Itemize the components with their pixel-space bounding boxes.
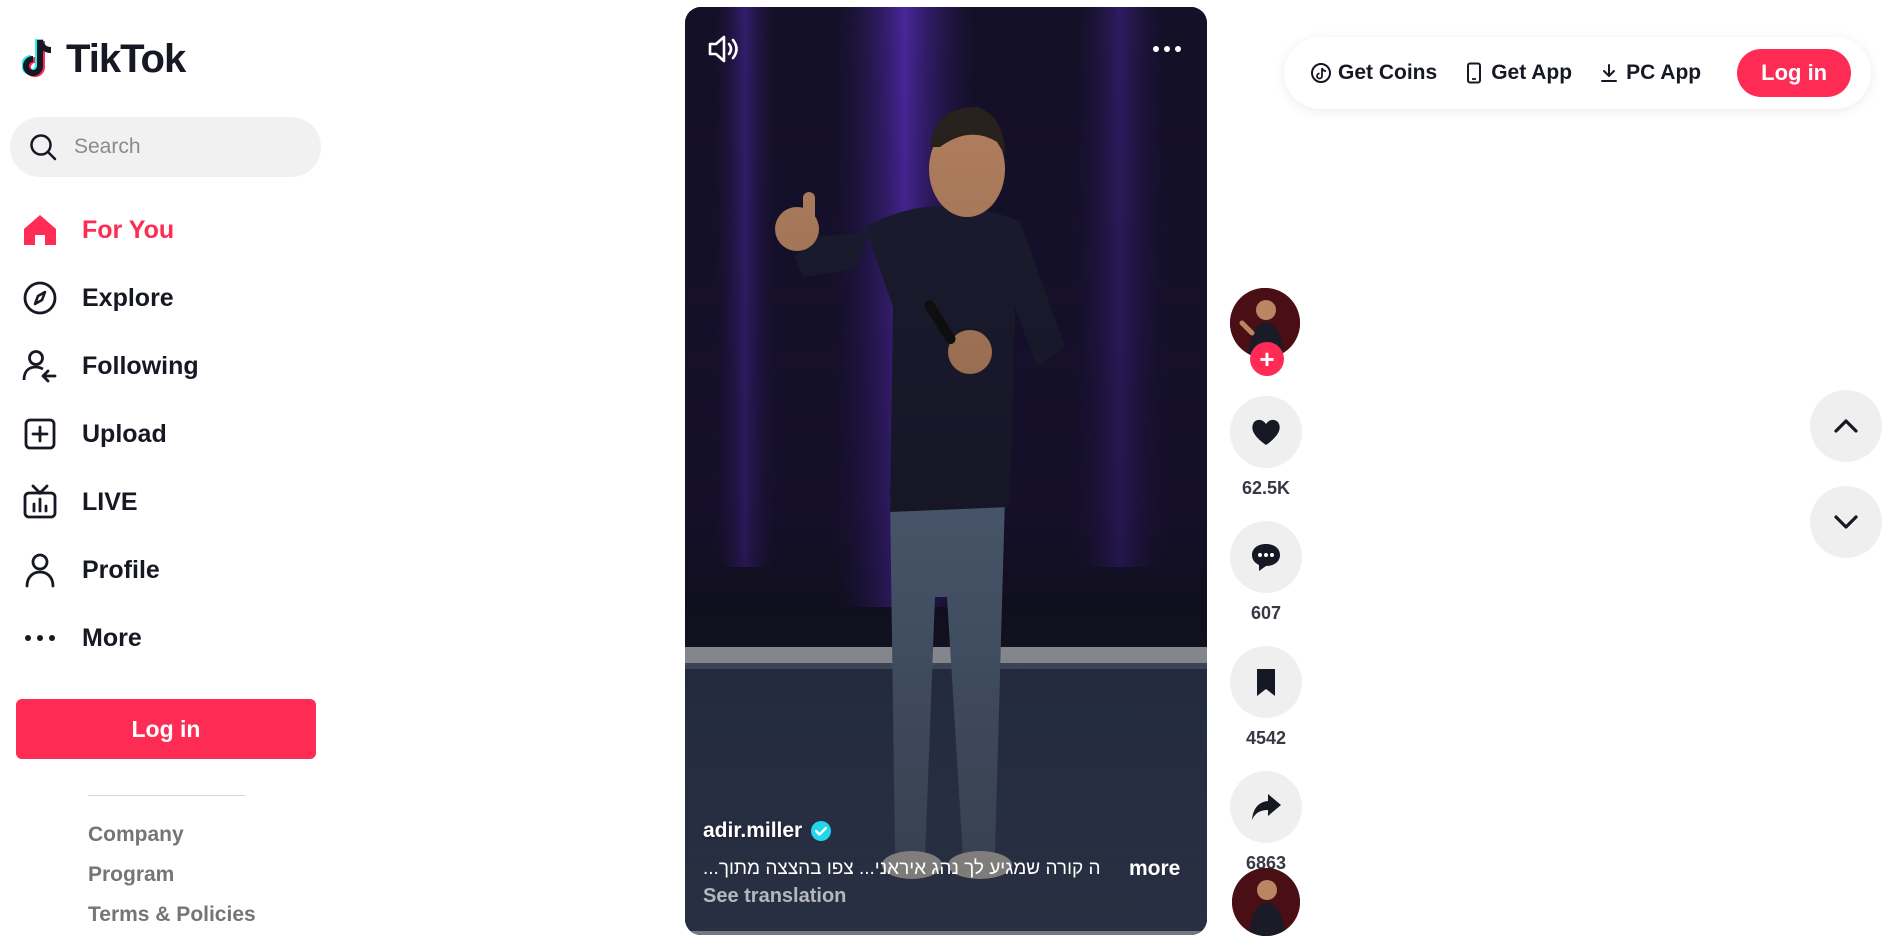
follow-plus-button[interactable]: + bbox=[1250, 342, 1284, 376]
volume-icon[interactable] bbox=[703, 29, 743, 69]
comment-action: 607 bbox=[1230, 521, 1302, 624]
next-video-button[interactable] bbox=[1810, 486, 1882, 558]
comment-button[interactable] bbox=[1230, 521, 1302, 593]
author-name[interactable]: adir.miller bbox=[703, 819, 802, 843]
sidebar-item-profile[interactable]: Profile bbox=[20, 536, 320, 604]
search-icon bbox=[30, 134, 57, 161]
verified-icon bbox=[811, 821, 832, 841]
pc-app-link[interactable]: PC App bbox=[1598, 61, 1701, 85]
sidebar-item-more[interactable]: More bbox=[20, 604, 320, 672]
save-count: 4542 bbox=[1245, 728, 1287, 748]
top-login-button[interactable]: Log in bbox=[1737, 49, 1852, 97]
share-button[interactable] bbox=[1230, 771, 1302, 843]
sidebar-item-label: Explore bbox=[82, 283, 174, 312]
bookmark-icon bbox=[1257, 669, 1275, 696]
sidebar: TikTok For You Explore Following bbox=[0, 0, 330, 948]
sidebar-item-label: LIVE bbox=[82, 487, 138, 516]
sidebar-item-following[interactable]: Following bbox=[20, 332, 320, 400]
get-app-link[interactable]: Get App bbox=[1463, 61, 1572, 85]
see-translation-link[interactable]: See translation bbox=[703, 885, 846, 908]
like-count: 62.5K bbox=[1241, 478, 1291, 498]
search-input[interactable] bbox=[74, 135, 304, 159]
profile-icon bbox=[20, 550, 60, 590]
tiktok-logo[interactable]: TikTok bbox=[22, 36, 186, 82]
like-action: 62.5K bbox=[1230, 396, 1302, 499]
caption-more-link[interactable]: more bbox=[1129, 857, 1180, 881]
more-dots-icon bbox=[20, 618, 60, 658]
caption-row: ה קורה שמגיע לך נהג איראני... צפו בהצצה … bbox=[703, 857, 1193, 881]
download-icon bbox=[1601, 64, 1618, 82]
get-app-label: Get App bbox=[1491, 61, 1573, 84]
divider bbox=[88, 795, 245, 796]
logo-text: TikTok bbox=[66, 36, 186, 81]
chevron-down-icon bbox=[1834, 515, 1858, 529]
sidebar-item-live[interactable]: LIVE bbox=[20, 468, 320, 536]
sidebar-login-button[interactable]: Log in bbox=[16, 699, 316, 759]
video-caption: ה קורה שמגיע לך נהג איראני... צפו בהצצה … bbox=[703, 858, 1101, 879]
following-icon bbox=[20, 346, 60, 386]
music-disc-avatar[interactable] bbox=[1232, 868, 1300, 936]
search-bar[interactable] bbox=[10, 117, 321, 177]
author-avatar-wrap: + bbox=[1230, 288, 1302, 376]
comment-count: 607 bbox=[1250, 603, 1282, 623]
sidebar-item-explore[interactable]: Explore bbox=[20, 264, 320, 332]
sidebar-item-label: Upload bbox=[82, 419, 167, 448]
chevron-up-icon bbox=[1834, 419, 1858, 433]
previous-video-button[interactable] bbox=[1810, 390, 1882, 462]
video-progress-bar[interactable] bbox=[685, 931, 1207, 935]
get-coins-label: Get Coins bbox=[1338, 61, 1438, 84]
video-frame bbox=[685, 7, 1207, 935]
footer-links: Company Program Terms & Policies bbox=[88, 822, 256, 942]
compass-icon bbox=[20, 278, 60, 318]
sidebar-item-label: Profile bbox=[82, 555, 160, 584]
video-more-options-icon[interactable] bbox=[1147, 29, 1187, 69]
sidebar-item-label: More bbox=[82, 623, 142, 652]
sidebar-item-label: For You bbox=[82, 215, 175, 244]
sidebar-item-for-you[interactable]: For You bbox=[20, 196, 320, 264]
top-action-bar: Get Coins Get App PC App Log in bbox=[1284, 37, 1871, 109]
sidebar-item-label: Following bbox=[82, 351, 199, 380]
video-info: adir.miller ה קורה שמגיע לך נהג איראני..… bbox=[703, 819, 1193, 908]
phone-icon bbox=[1467, 62, 1482, 84]
pc-app-label: PC App bbox=[1626, 61, 1702, 84]
footer-link-company[interactable]: Company bbox=[88, 822, 256, 847]
tiktok-note-icon bbox=[22, 39, 52, 77]
share-arrow-icon bbox=[1252, 794, 1281, 820]
get-coins-link[interactable]: Get Coins bbox=[1310, 61, 1437, 85]
action-bar: + 62.5K 607 4542 6863 bbox=[1230, 288, 1302, 874]
coin-icon bbox=[1311, 63, 1331, 83]
share-action: 6863 bbox=[1230, 771, 1302, 874]
live-icon bbox=[20, 482, 60, 522]
save-action: 4542 bbox=[1230, 646, 1302, 749]
like-button[interactable] bbox=[1230, 396, 1302, 468]
sidebar-nav: For You Explore Following Upload LIVE Pr… bbox=[20, 196, 320, 672]
heart-icon bbox=[1252, 419, 1280, 445]
video-player[interactable]: adir.miller ה קורה שמגיע לך נהג איראני..… bbox=[685, 7, 1207, 935]
upload-icon bbox=[20, 414, 60, 454]
footer-link-terms[interactable]: Terms & Policies bbox=[88, 902, 256, 927]
save-button[interactable] bbox=[1230, 646, 1302, 718]
home-icon bbox=[20, 210, 60, 250]
author-row: adir.miller bbox=[703, 819, 1193, 843]
footer-link-program[interactable]: Program bbox=[88, 862, 256, 887]
comment-icon bbox=[1252, 544, 1280, 571]
sidebar-item-upload[interactable]: Upload bbox=[20, 400, 320, 468]
